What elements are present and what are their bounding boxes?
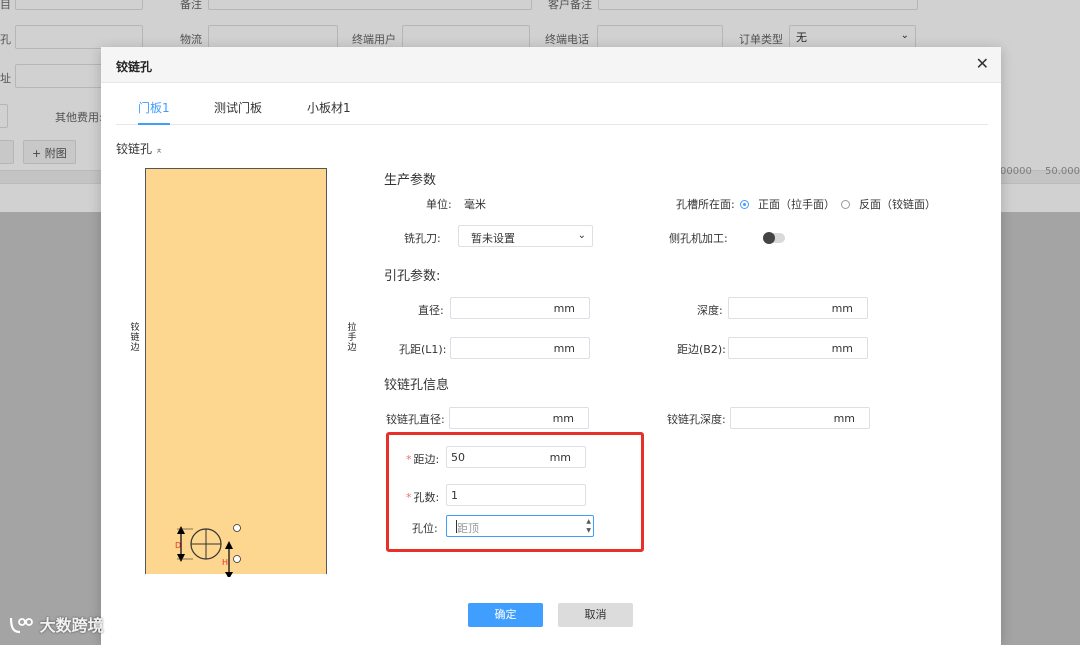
radio-front-face[interactable] [740, 200, 749, 209]
production-params-title: 生产参数 [384, 173, 437, 188]
side-machining-toggle[interactable] [763, 232, 785, 244]
hinge-depth-unit: mm [833, 412, 855, 425]
cutter-label: 铣孔刀: [404, 232, 441, 245]
guide-params-title: 引孔参数: [384, 269, 441, 284]
board-tabs: 门板1 测试门板 小板材1 [116, 95, 988, 125]
toggle-knob [763, 232, 775, 244]
watermark-text: 大数跨境 [39, 616, 104, 635]
dialog-header: 铰链孔 ✕ [101, 47, 1001, 83]
radio-back-face-label[interactable]: 反面（铰链面） [859, 196, 936, 212]
hinge-diameter-label: 铰链孔直径: [386, 413, 445, 426]
chevron-down-icon: ⌄ [577, 230, 586, 241]
guide-diameter-input[interactable]: mm [450, 297, 590, 319]
confirm-button[interactable]: 确定 [468, 603, 543, 627]
guide-pitch-unit: mm [553, 342, 575, 355]
side-machining-label: 侧孔机加工: [669, 232, 728, 245]
guide-hole-bottom [233, 555, 241, 563]
guide-diameter-label: 直径: [418, 304, 444, 317]
guide-hole-top [233, 524, 241, 532]
radio-front-face-label[interactable]: 正面（拉手面） [758, 196, 835, 212]
guide-depth-input[interactable]: mm [728, 297, 868, 319]
cancel-button[interactable]: 取消 [558, 603, 633, 627]
unit-label: 单位: [426, 198, 452, 211]
cutter-select[interactable]: 暂未设置 ⌄ [458, 225, 593, 247]
hinge-depth-input[interactable]: mm [730, 407, 870, 429]
guide-pitch-input[interactable]: mm [450, 337, 590, 359]
hinge-hole-dialog: 铰链孔 ✕ 门板1 测试门板 小板材1 铰链孔 ㅊ 铰链边 拉手边 D H 生产… [101, 47, 1001, 645]
height-arrow-up [225, 541, 233, 549]
hinge-depth-label: 铰链孔深度: [667, 413, 726, 426]
hinge-hole-drawing: D H [175, 524, 241, 577]
unit-value: 毫米 [464, 198, 486, 211]
close-icon[interactable]: ✕ [976, 54, 989, 73]
tab-active-indicator [138, 123, 170, 125]
diameter-arrow-up [177, 526, 185, 534]
door-preview [145, 168, 327, 574]
hinge-diameter-unit: mm [552, 412, 574, 425]
section-label-mark: ㅊ [155, 147, 163, 155]
guide-edge-b2-input[interactable]: mm [728, 337, 868, 359]
height-arrow-down [225, 572, 233, 577]
guide-edge-b2-label: 距边(B2): [677, 343, 726, 356]
handle-edge-label: 拉手边 [347, 323, 357, 353]
guide-pitch-label: 孔距(L1): [399, 343, 447, 356]
dimension-d-label: D [175, 541, 181, 550]
dimension-h-label: H [222, 558, 228, 567]
watermark-logo-icon [9, 617, 33, 634]
diameter-arrow-down [177, 554, 185, 562]
guide-edge-b2-unit: mm [831, 342, 853, 355]
section-label: 铰链孔 ㅊ [116, 140, 162, 157]
guide-depth-label: 深度: [697, 304, 723, 317]
watermark: 大数跨境 [8, 612, 104, 636]
guide-depth-unit: mm [831, 302, 853, 315]
hinge-edge-label: 铰链边 [130, 323, 140, 353]
tab-door-panel-1[interactable]: 门板1 [138, 99, 170, 116]
tab-small-board-1[interactable]: 小板材1 [307, 99, 351, 116]
guide-diameter-unit: mm [553, 302, 575, 315]
dialog-title: 铰链孔 [116, 60, 153, 74]
slot-face-label: 孔槽所在面: [676, 198, 735, 211]
tab-test-door[interactable]: 测试门板 [214, 99, 262, 116]
radio-back-face[interactable] [841, 200, 850, 209]
hinge-info-title: 铰链孔信息 [384, 378, 450, 393]
hinge-diameter-input[interactable]: mm [449, 407, 589, 429]
section-label-text: 铰链孔 [116, 142, 153, 156]
cutter-select-value: 暂未设置 [471, 232, 515, 245]
highlight-box [386, 432, 644, 552]
